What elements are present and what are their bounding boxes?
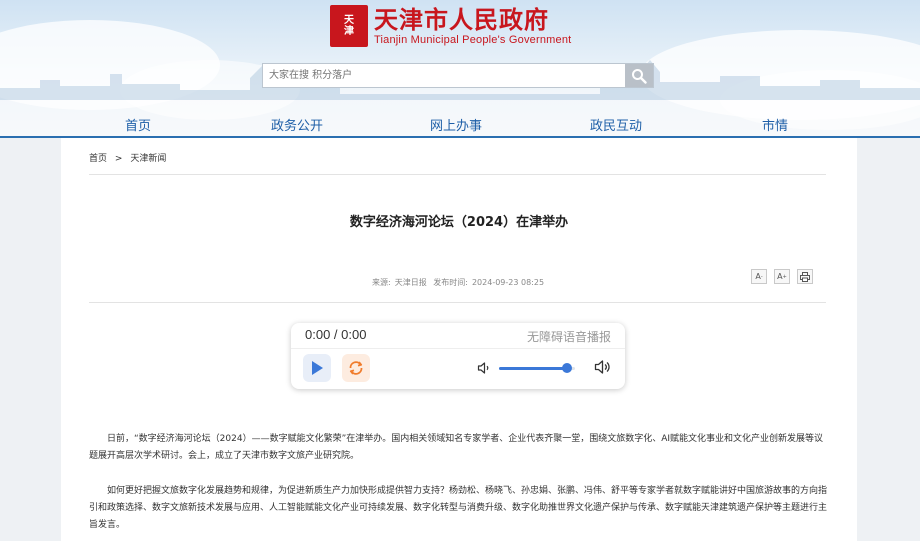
search-input[interactable] <box>263 64 625 87</box>
font-decrease-button[interactable]: A- <box>751 269 767 284</box>
nav-item-gov-affairs[interactable]: 政务公开 <box>271 115 323 134</box>
play-button[interactable] <box>303 354 331 382</box>
content-panel: 首页 > 天津新闻 数字经济海河论坛（2024）在津举办 来源: 天津日报 发布时… <box>61 138 857 541</box>
logo-seal: 天 津 <box>330 5 368 47</box>
player-time: 0:00 / 0:00 <box>305 327 367 342</box>
volume-fill <box>499 367 568 370</box>
loop-button[interactable] <box>342 354 370 382</box>
search-button[interactable] <box>625 64 653 87</box>
tts-label: 无障碍语音播报 <box>526 330 611 344</box>
nav-item-city-info[interactable]: 市情 <box>762 115 788 134</box>
breadcrumb-separator: > <box>114 154 123 164</box>
seal-char: 津 <box>344 26 354 37</box>
logo-title: 天津市人民政府 <box>374 4 549 34</box>
volume-slider[interactable] <box>499 363 575 373</box>
main-nav: 首页 政务公开 网上办事 政民互动 市情 <box>0 109 920 138</box>
printer-icon <box>800 271 810 282</box>
loop-icon <box>349 361 363 375</box>
font-increase-button[interactable]: A + <box>774 269 790 284</box>
article-title: 数字经济海河论坛（2024）在津举办 <box>349 215 569 230</box>
nav-item-home[interactable]: 首页 <box>125 115 151 134</box>
date-label: 发布时间: <box>433 278 468 287</box>
play-icon <box>312 361 323 375</box>
nav-item-interaction[interactable]: 政民互动 <box>590 115 642 134</box>
search-box <box>262 63 654 88</box>
site-header: 天 津 天津市人民政府 Tianjin Municipal People's G… <box>0 0 920 138</box>
source-label: 来源: <box>372 278 391 287</box>
article-date: 2024-09-23 08:25 <box>471 278 545 287</box>
breadcrumb-home[interactable]: 首页 <box>89 154 107 164</box>
article-paragraph: 日前，“数字经济海河论坛（2024）——数字赋能文化繁荣”在津举办。国内相关领域… <box>89 434 824 461</box>
volume-low-icon[interactable] <box>477 361 491 375</box>
article-paragraph: 如何更好把握文旅数字化发展趋势和规律，为促进新质生产力加快形成提供智力支持？杨劲… <box>89 486 828 530</box>
divider <box>291 348 625 349</box>
breadcrumb-current[interactable]: 天津新闻 <box>130 154 166 164</box>
seal-char: 天 <box>344 15 354 26</box>
print-button[interactable] <box>797 269 813 284</box>
volume-knob[interactable] <box>562 363 573 373</box>
site-logo[interactable]: 天 津 天津市人民政府 Tianjin Municipal People's G… <box>330 4 571 48</box>
logo-subtitle: Tianjin Municipal People's Government <box>374 33 572 46</box>
article-tools: A- A + <box>751 269 813 284</box>
divider <box>89 302 826 303</box>
search-icon <box>632 68 647 84</box>
article-source: 天津日报 <box>394 278 427 287</box>
audio-player: 0:00 / 0:00 无障碍语音播报 <box>291 323 625 389</box>
nav-item-online-services[interactable]: 网上办事 <box>430 115 482 134</box>
article-meta: 来源: 天津日报 发布时间: 2024-09-23 08:25 <box>372 277 548 288</box>
divider <box>89 174 826 175</box>
volume-high-icon[interactable] <box>594 359 612 375</box>
breadcrumb: 首页 > 天津新闻 <box>89 151 171 164</box>
